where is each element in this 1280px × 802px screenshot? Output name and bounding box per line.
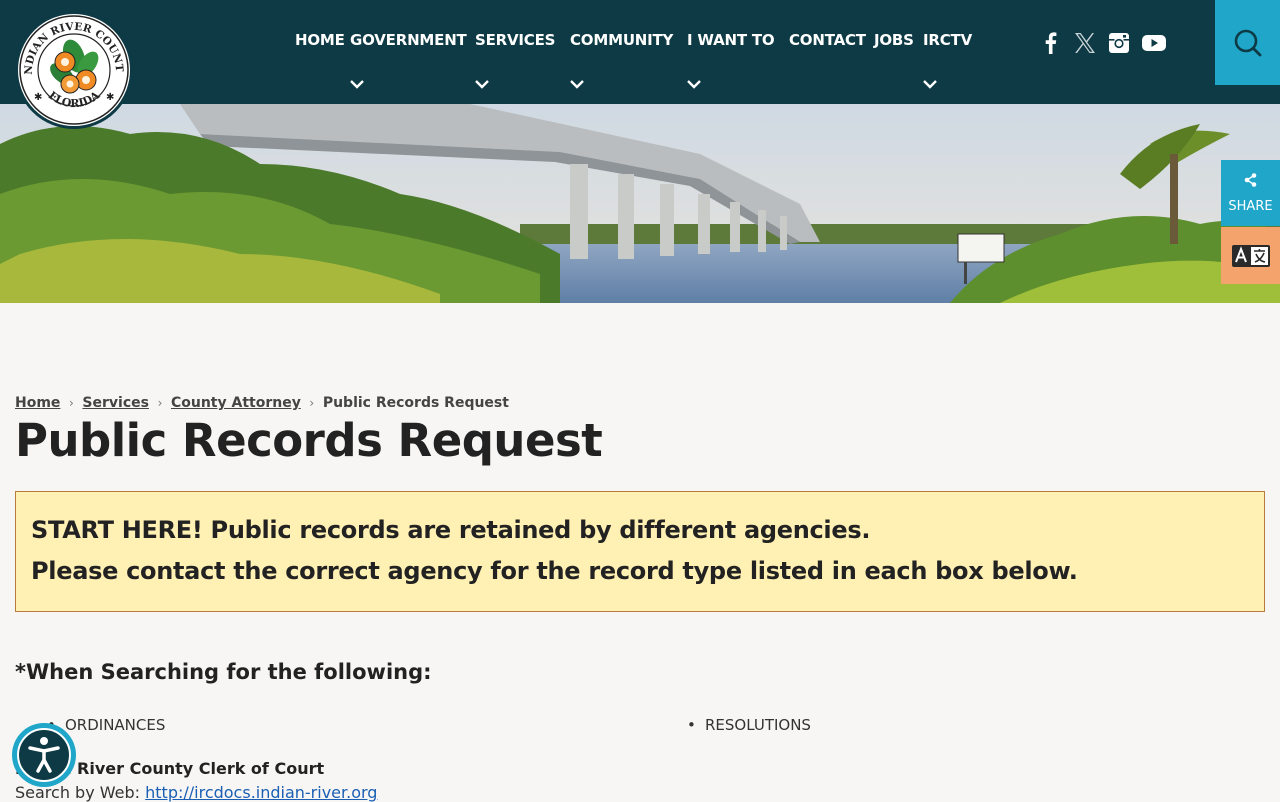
notice-box: START HERE! Public records are retained … [15, 491, 1265, 612]
breadcrumb-services[interactable]: Services [82, 395, 149, 411]
share-label: SHARE [1228, 199, 1273, 214]
facebook-icon[interactable] [1039, 31, 1063, 55]
nav-community[interactable]: COMMUNITY [570, 31, 673, 49]
nav-home[interactable]: HOME [295, 31, 345, 49]
i-want-to-chevron-down-icon[interactable] [686, 78, 702, 92]
list-item: RESOLUTIONS [687, 716, 811, 734]
breadcrumb: Home › Services › County Attorney › Public Rec… [15, 395, 509, 411]
svg-text:✱: ✱ [34, 92, 42, 103]
breadcrumb-home[interactable]: Home [15, 395, 60, 411]
breadcrumb-current: Public Records Request [322, 395, 509, 411]
svg-text:✱: ✱ [106, 92, 114, 103]
government-chevron-down-icon[interactable] [349, 78, 365, 92]
page-title: Public Records Request [15, 414, 603, 467]
clerk-docs-link[interactable]: http://ircdocs.indian-river.org [145, 783, 377, 802]
search-by-web-line: Search by Web: http://ircdocs.indian-riv… [15, 783, 377, 802]
translate-icon [1232, 245, 1270, 267]
community-chevron-down-icon[interactable] [569, 78, 585, 92]
x-twitter-icon[interactable] [1073, 31, 1097, 55]
breadcrumb-separator-icon: › [157, 396, 163, 410]
breadcrumb-separator-icon: › [309, 396, 315, 410]
accessibility-button[interactable] [12, 723, 76, 787]
services-chevron-down-icon[interactable] [474, 78, 490, 92]
breadcrumb-separator-icon: › [69, 396, 74, 410]
translate-button[interactable] [1221, 227, 1280, 284]
notice-line-2: Please contact the correct agency for th… [31, 557, 1078, 585]
share-button[interactable]: SHARE [1221, 160, 1280, 226]
youtube-icon[interactable] [1141, 31, 1167, 55]
irctv-chevron-down-icon[interactable] [922, 78, 938, 92]
nav-services[interactable]: SERVICES [475, 31, 555, 49]
search-icon [1234, 29, 1262, 57]
breadcrumb-county-attorney[interactable]: County Attorney [171, 395, 301, 411]
county-seal-logo[interactable]: INDIAN RIVER COUNTY FLORIDA ✱ ✱ [15, 11, 133, 129]
site-header: HOME GOVERNMENT SERVICES COMMUNITY I WAN… [0, 0, 1280, 104]
search-button[interactable] [1215, 0, 1280, 85]
hero-banner-image [0, 104, 1280, 303]
instagram-icon[interactable] [1107, 31, 1131, 55]
accessibility-icon [17, 728, 71, 782]
nav-irctv[interactable]: IRCTV [923, 31, 972, 49]
notice-line-1: START HERE! Public records are retained … [31, 516, 871, 544]
list-item: ORDINANCES [47, 716, 165, 734]
nav-i-want-to[interactable]: I WANT TO [687, 31, 775, 49]
nav-government[interactable]: GOVERNMENT [350, 31, 467, 49]
section-subheading: *When Searching for the following: [15, 660, 432, 684]
nav-contact[interactable]: CONTACT [789, 31, 866, 49]
nav-jobs[interactable]: JOBS [874, 31, 914, 49]
share-icon [1244, 173, 1257, 187]
